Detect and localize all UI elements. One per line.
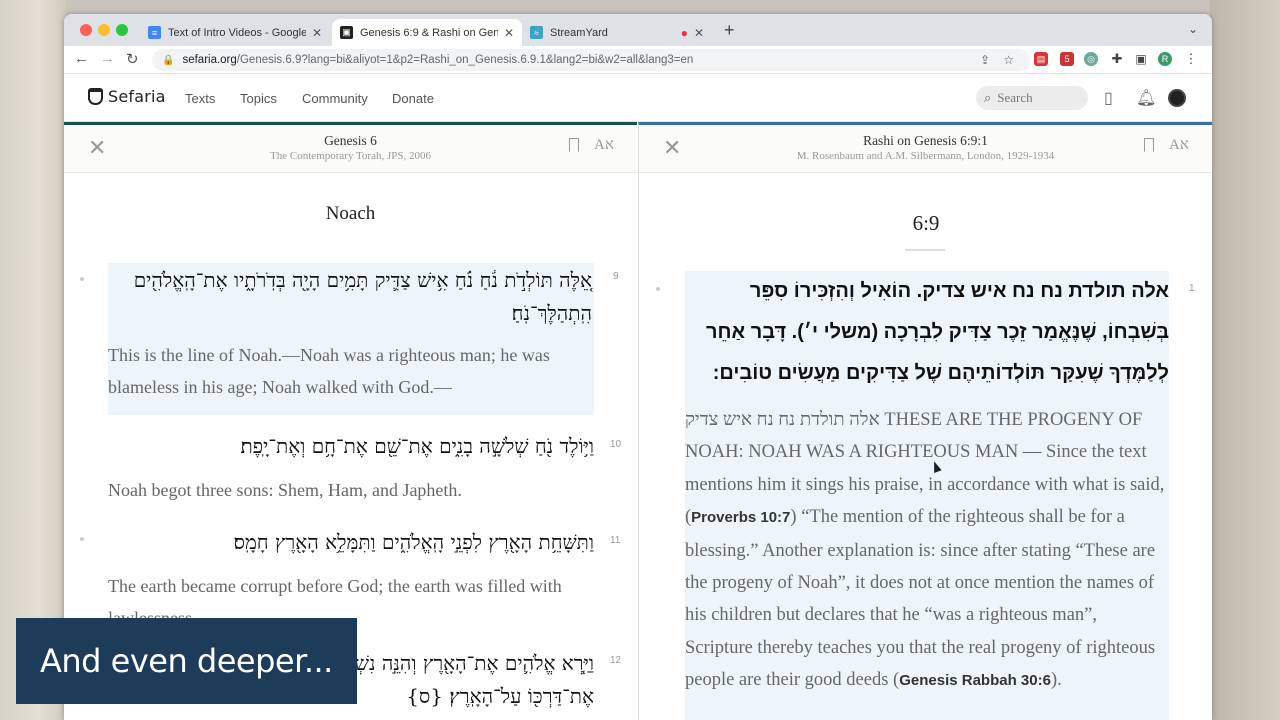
comment-hebrew: אלה תולדת נח נח איש צדיק. הוֹאִיל וְהִזְ… [705, 280, 1169, 384]
comment-english: אלה תולדת נח נח איש צדיק THESE ARE THE P… [685, 404, 1169, 698]
close-icon[interactable]: ✕ [694, 26, 704, 40]
search-placeholder: Search [997, 90, 1033, 105]
comment-english-end: ). [1050, 670, 1062, 691]
site-header: Sefaria Texts Topics Community Donate ⌕ … [64, 74, 1212, 122]
comment-number: 1 [1189, 283, 1195, 294]
verse-number: 10 [610, 439, 622, 450]
citation-link[interactable]: Genesis Rabbah 30:6 [899, 672, 1051, 689]
tab-sefaria[interactable]: ▣ Genesis 6:9 & Rashi on Genesi ✕ [332, 19, 522, 46]
nav-texts[interactable]: Texts [185, 91, 215, 106]
tab-search-chevron-icon[interactable]: ⌄ [1188, 22, 1198, 36]
video-caption-overlay: And even deeper... [16, 618, 357, 704]
rashi-comment[interactable]: אלה תולדת נח נח איש צדיק. הוֹאִיל וְהִזְ… [685, 271, 1169, 720]
tab-title: Genesis 6:9 & Rashi on Genesi [360, 26, 498, 39]
nav-community[interactable]: Community [302, 91, 368, 106]
extension-circle-icon[interactable]: ◎ [1084, 52, 1098, 66]
tab-title: Text of Intro Videos - Google D [168, 26, 306, 39]
extension-red-icon[interactable]: ▤ [1034, 52, 1048, 66]
comment-dot [656, 287, 660, 291]
reload-icon[interactable]: ↻ [126, 50, 139, 68]
verse-number: 12 [610, 655, 622, 666]
right-commentary-panel: ✕ Rashi on Genesis 6:9:1 M. Rosenbaum an… [638, 122, 1212, 720]
extension-badge-icon[interactable]: 5 [1060, 52, 1074, 66]
verse-hebrew: אֵ֚לֶּה תּוֹלְדֹ֣ת נֹ֔חַ נֹ֗חַ אִ֥ישׁ צַ… [133, 268, 592, 325]
tab-google-doc[interactable]: ≡ Text of Intro Videos - Google D ✕ [140, 19, 330, 46]
nav-topics[interactable]: Topics [240, 91, 277, 106]
puzzle-extensions-icon[interactable]: ✚ [1110, 51, 1124, 66]
url-domain: sefaria.org [182, 54, 237, 66]
panel-subtitle[interactable]: M. Rosenbaum and A.M. Silbermann, London… [639, 150, 1212, 162]
streamyard-icon: ≈ [530, 26, 543, 39]
bookmark-star-icon[interactable]: ☆ [1003, 53, 1014, 67]
verse-dot [80, 277, 84, 281]
forward-arrow-icon[interactable]: → [100, 50, 115, 67]
notifications-bell-icon[interactable]: 🔔︎ [1136, 88, 1156, 108]
parasha-title: Noach [325, 203, 376, 224]
close-window-dot[interactable] [80, 24, 92, 36]
background-right [1210, 0, 1280, 720]
nav-donate[interactable]: Donate [392, 91, 434, 106]
new-tab-button[interactable]: + [724, 20, 735, 41]
lock-icon: 🔒 [162, 54, 175, 66]
comment-english-mid: ) “The mention of the righteous shall be… [685, 507, 1156, 691]
verse-hebrew: וַתִּשָּׁחֵ֥ת הָאָ֖רֶץ לִפְנֵ֣י הָֽאֱלֹה… [233, 530, 594, 554]
panel-title[interactable]: Rashi on Genesis 6:9:1 [639, 125, 1212, 149]
share-icon[interactable]: ⇪ [980, 53, 990, 67]
logo-text: Sefaria [108, 87, 166, 106]
user-avatar[interactable] [1168, 89, 1186, 107]
verse-9[interactable]: אֵ֚לֶּה תּוֹלְדֹ֣ת נֹ֔חַ נֹ֗חַ אִ֥ישׁ צַ… [108, 263, 594, 415]
verse-10[interactable]: וַיּ֥וֹלֶד נֹ֖חַ שְׁלֹשָׁ֣ה בָנִ֑ים אֶת־… [108, 430, 594, 506]
reference-divider [905, 249, 945, 251]
recording-icon: ● [680, 25, 688, 40]
tab-title: StreamYard [550, 26, 608, 39]
minimize-window-dot[interactable] [98, 24, 110, 36]
verse-english: Noah begot three sons: Shem, Ham, and Ja… [108, 480, 462, 500]
search-icon: ⌕ [984, 90, 992, 105]
sefaria-logo[interactable]: Sefaria [88, 87, 166, 106]
panel-subtitle[interactable]: The Contemporary Torah, JPS, 2006 [64, 150, 637, 162]
close-panel-icon[interactable]: ✕ [663, 136, 681, 161]
extension-badge-count: 5 [1064, 54, 1070, 64]
profile-avatar[interactable]: R [1158, 52, 1172, 66]
close-icon[interactable]: ✕ [312, 26, 322, 40]
left-panel-header: ✕ Genesis 6 The Contemporary Torah, JPS,… [64, 125, 637, 173]
sefaria-logo-icon [88, 88, 103, 105]
sidepanel-icon[interactable]: ▣ [1134, 52, 1148, 66]
right-panel-header: ✕ Rashi on Genesis 6:9:1 M. Rosenbaum an… [639, 125, 1212, 173]
caption-text: And even deeper... [40, 642, 333, 680]
docs-icon: ≡ [148, 26, 161, 39]
browser-toolbar: ← → ↻ 🔒 sefaria.org /Genesis.6.9?lang=bi… [64, 46, 1212, 74]
verse-number: 11 [610, 535, 621, 546]
address-bar[interactable]: 🔒 sefaria.org /Genesis.6.9?lang=bi&aliyo… [152, 49, 1030, 71]
segment-reference: 6:9 [912, 211, 940, 235]
text-options-icon[interactable]: Aא [594, 137, 614, 154]
citation-link[interactable]: Proverbs 10:7 [691, 509, 790, 526]
verse-number: 9 [613, 271, 619, 282]
profile-letter: R [1161, 54, 1169, 64]
verse-hebrew: וַיּ֥וֹלֶד נֹ֖חַ שְׁלֹשָׁ֣ה בָנִ֑ים אֶת־… [240, 434, 594, 458]
panel-title[interactable]: Genesis 6 [64, 125, 637, 149]
tab-strip: ≡ Text of Intro Videos - Google D ✕ ▣ Ge… [64, 14, 1212, 46]
saved-texts-icon[interactable]: ▯ [1104, 88, 1113, 108]
search-input[interactable]: ⌕ Search [976, 86, 1088, 110]
sefaria-favicon-icon: ▣ [340, 26, 353, 39]
back-arrow-icon[interactable]: ← [74, 50, 89, 67]
browser-window: ≡ Text of Intro Videos - Google D ✕ ▣ Ge… [64, 14, 1212, 720]
url-path: /Genesis.6.9?lang=bi&aliyot=1&p2=Rashi_o… [236, 54, 694, 66]
verse-dot [80, 537, 84, 541]
maximize-window-dot[interactable] [116, 24, 128, 36]
verse-english: This is the line of Noah.—Noah was a rig… [108, 345, 550, 397]
close-icon[interactable]: ✕ [504, 26, 514, 40]
background-left [0, 0, 66, 720]
text-options-icon[interactable]: Aא [1169, 137, 1189, 154]
browser-menu-icon[interactable]: ⋮ [1184, 51, 1198, 66]
close-panel-icon[interactable]: ✕ [88, 136, 106, 161]
tab-streamyard[interactable]: ≈ StreamYard ● ✕ [522, 19, 712, 46]
